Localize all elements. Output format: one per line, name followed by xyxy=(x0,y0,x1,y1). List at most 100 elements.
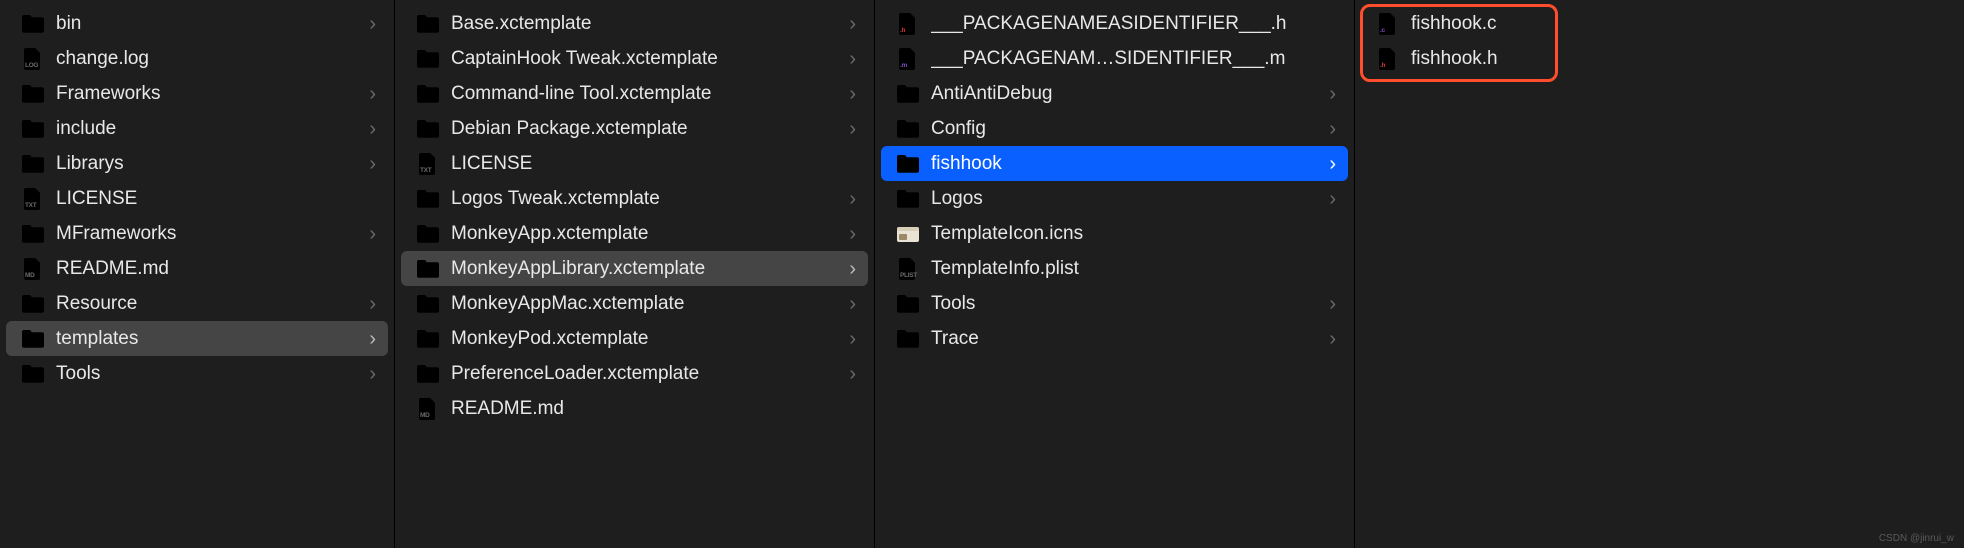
document-icon: LOG xyxy=(20,48,46,70)
icns-icon xyxy=(895,223,921,245)
folder-icon xyxy=(415,118,441,140)
list-item[interactable]: templates › xyxy=(6,321,388,356)
list-item[interactable]: Trace › xyxy=(881,321,1348,356)
list-item[interactable]: TXTLICENSE xyxy=(401,146,868,181)
item-label: Debian Package.xctemplate xyxy=(451,118,843,140)
list-item[interactable]: Tools › xyxy=(881,286,1348,321)
folder-icon xyxy=(20,83,46,105)
list-item[interactable]: MFrameworks› xyxy=(6,216,388,251)
finder-column-1[interactable]: bin›LOGchange.logFrameworks›include›Libr… xyxy=(0,0,395,548)
list-item[interactable]: MonkeyAppMac.xctemplate › xyxy=(401,286,868,321)
folder-icon xyxy=(20,363,46,385)
item-label: PreferenceLoader.xctemplate xyxy=(451,363,843,385)
item-label: Logos Tweak.xctemplate xyxy=(451,188,843,210)
document-icon: .h xyxy=(1375,48,1401,70)
chevron-right-icon: › xyxy=(849,364,856,384)
list-item[interactable]: Command-line Tool.xctemplate › xyxy=(401,76,868,111)
folder-icon xyxy=(415,363,441,385)
finder-column-4[interactable]: .cfishhook.c.hfishhook.h xyxy=(1355,0,1964,548)
list-item[interactable]: Base.xctemplate› xyxy=(401,6,868,41)
list-item[interactable]: TXTLICENSE xyxy=(6,181,388,216)
folder-icon xyxy=(415,83,441,105)
item-label: Frameworks xyxy=(56,83,363,105)
chevron-right-icon: › xyxy=(849,329,856,349)
chevron-right-icon: › xyxy=(849,49,856,69)
folder-icon xyxy=(20,118,46,140)
list-item[interactable]: Resource › xyxy=(6,286,388,321)
item-label: MonkeyApp.xctemplate xyxy=(451,223,843,245)
list-item[interactable]: Config› xyxy=(881,111,1348,146)
chevron-right-icon: › xyxy=(1329,189,1336,209)
chevron-right-icon: › xyxy=(849,84,856,104)
chevron-right-icon: › xyxy=(849,259,856,279)
list-item[interactable]: bin› xyxy=(6,6,388,41)
item-label: Librarys xyxy=(56,153,363,175)
folder-icon xyxy=(20,13,46,35)
item-label: ___PACKAGENAM…SIDENTIFIER___.m xyxy=(931,48,1336,70)
folder-icon xyxy=(895,328,921,350)
folder-icon xyxy=(415,293,441,315)
item-label: Tools xyxy=(931,293,1323,315)
item-label: MFrameworks xyxy=(56,223,363,245)
list-item[interactable]: Frameworks › xyxy=(6,76,388,111)
list-item[interactable]: TemplateIcon.icns xyxy=(881,216,1348,251)
list-item[interactable]: AntiAntiDebug› xyxy=(881,76,1348,111)
list-item[interactable]: MonkeyPod.xctemplate› xyxy=(401,321,868,356)
chevron-right-icon: › xyxy=(1329,294,1336,314)
chevron-right-icon: › xyxy=(369,154,376,174)
list-item[interactable]: PLISTTemplateInfo.plist xyxy=(881,251,1348,286)
folder-icon xyxy=(415,223,441,245)
finder-column-3[interactable]: .h ___PACKAGENAMEASIDENTIFIER___.h .m___PA… xyxy=(875,0,1355,548)
chevron-right-icon: › xyxy=(369,329,376,349)
list-item[interactable]: MonkeyAppLibrary.xctemplate› xyxy=(401,251,868,286)
item-label: ___PACKAGENAMEASIDENTIFIER___.h xyxy=(931,13,1336,35)
list-item[interactable]: Tools › xyxy=(6,356,388,391)
folder-icon xyxy=(20,153,46,175)
item-label: LICENSE xyxy=(451,153,856,175)
item-label: Tools xyxy=(56,363,363,385)
document-icon: MD xyxy=(20,258,46,280)
document-icon: .h xyxy=(895,13,921,35)
document-icon: TXT xyxy=(20,188,46,210)
folder-icon xyxy=(20,223,46,245)
folder-icon xyxy=(895,83,921,105)
list-item[interactable]: MonkeyApp.xctemplate› xyxy=(401,216,868,251)
folder-icon xyxy=(415,258,441,280)
list-item[interactable]: CaptainHook Tweak.xctemplate› xyxy=(401,41,868,76)
chevron-right-icon: › xyxy=(849,14,856,34)
watermark: CSDN @jinrui_w xyxy=(1879,533,1954,544)
list-item[interactable]: MD README.md xyxy=(6,251,388,286)
chevron-right-icon: › xyxy=(369,364,376,384)
list-item[interactable]: LOGchange.log xyxy=(6,41,388,76)
item-label: README.md xyxy=(56,258,376,280)
list-item[interactable]: .cfishhook.c xyxy=(1361,6,1958,41)
item-label: templates xyxy=(56,328,363,350)
item-label: MonkeyAppMac.xctemplate xyxy=(451,293,843,315)
item-label: TemplateIcon.icns xyxy=(931,223,1336,245)
item-label: AntiAntiDebug xyxy=(931,83,1323,105)
chevron-right-icon: › xyxy=(849,294,856,314)
item-label: Command-line Tool.xctemplate xyxy=(451,83,843,105)
item-label: Resource xyxy=(56,293,363,315)
chevron-right-icon: › xyxy=(369,294,376,314)
list-item[interactable]: .m___PACKAGENAM…SIDENTIFIER___.m xyxy=(881,41,1348,76)
list-item[interactable]: MDREADME.md xyxy=(401,391,868,426)
item-label: include xyxy=(56,118,363,140)
folder-icon xyxy=(415,48,441,70)
list-item[interactable]: include› xyxy=(6,111,388,146)
finder-column-2[interactable]: Base.xctemplate›CaptainHook Tweak.xctemp… xyxy=(395,0,875,548)
chevron-right-icon: › xyxy=(369,84,376,104)
chevron-right-icon: › xyxy=(1329,329,1336,349)
item-label: Trace xyxy=(931,328,1323,350)
list-item[interactable]: Debian Package.xctemplate› xyxy=(401,111,868,146)
list-item[interactable]: fishhook› xyxy=(881,146,1348,181)
list-item[interactable]: Logos Tweak.xctemplate› xyxy=(401,181,868,216)
document-icon: .c xyxy=(1375,13,1401,35)
list-item[interactable]: .h ___PACKAGENAMEASIDENTIFIER___.h xyxy=(881,6,1348,41)
list-item[interactable]: PreferenceLoader.xctemplate › xyxy=(401,356,868,391)
list-item[interactable]: Librarys › xyxy=(6,146,388,181)
folder-icon xyxy=(20,293,46,315)
list-item[interactable]: Logos› xyxy=(881,181,1348,216)
list-item[interactable]: .hfishhook.h xyxy=(1361,41,1958,76)
chevron-right-icon: › xyxy=(1329,119,1336,139)
